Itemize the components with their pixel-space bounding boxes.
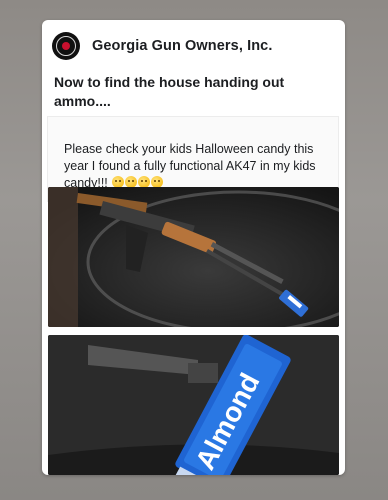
almond-joy-candy-photo[interactable]: Almond xyxy=(48,335,339,475)
quoted-post-text-wrap: Please check your kids Halloween candy t… xyxy=(64,141,324,192)
post-text: Now to find the house handing out ammo..… xyxy=(54,74,285,109)
candy-illustration: Almond xyxy=(48,335,339,475)
page-name[interactable]: Georgia Gun Owners, Inc. xyxy=(92,38,272,54)
rifle-illustration xyxy=(48,187,339,327)
facebook-post-card: Georgia Gun Owners, Inc. Now to find the… xyxy=(42,20,345,475)
logo-center-icon xyxy=(62,42,70,50)
page-avatar[interactable] xyxy=(52,32,80,60)
quoted-post-text: Please check your kids Halloween candy t… xyxy=(64,142,316,190)
rifle-on-table-photo[interactable] xyxy=(48,187,339,327)
logo-ring xyxy=(56,36,76,56)
post-header: Georgia Gun Owners, Inc. xyxy=(52,32,272,60)
